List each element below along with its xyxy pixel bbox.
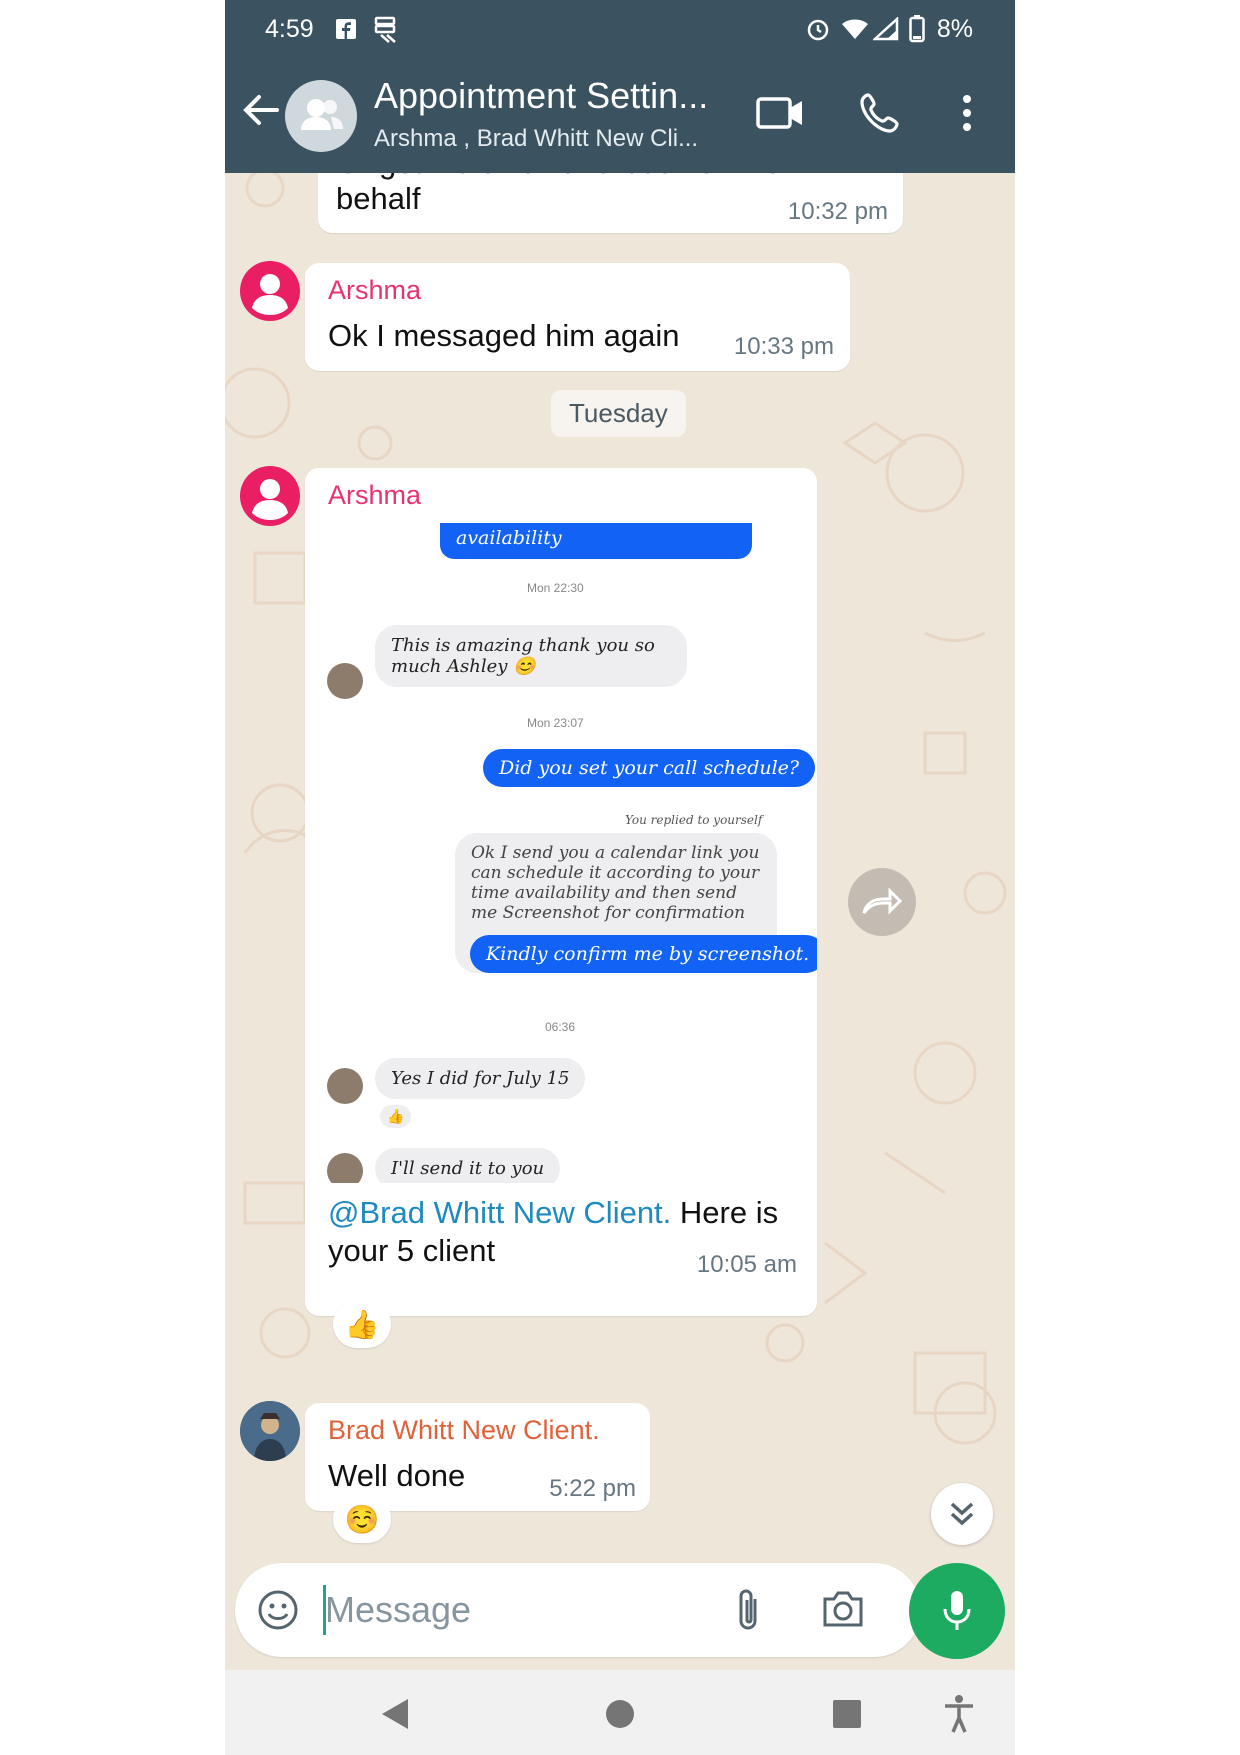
- chat-area[interactable]: Or get his email and book on his behalf …: [225, 173, 1015, 1670]
- sender-name: Arshma: [328, 275, 422, 305]
- message-text-partial: Or get his email and book on his: [336, 173, 781, 181]
- text-caret: [323, 1585, 326, 1635]
- message-time: 10:33 pm: [733, 333, 834, 360]
- top-bar: 4:59 8% Appointment Settin... Arshma , B…: [225, 0, 1015, 173]
- screenshot-bubble-blue: Did you set your call schedule?: [483, 749, 816, 787]
- screenshot-bubble-grey: This is amazing thank you so much Ashley…: [375, 625, 687, 687]
- mention-link[interactable]: @Brad Whitt New Client.: [328, 1195, 671, 1230]
- message-time: 5:22 pm: [549, 1475, 636, 1502]
- screenshot-avatar: [327, 1153, 363, 1183]
- voice-call-icon[interactable]: [855, 88, 905, 138]
- phone-screen: 4:59 8% Appointment Settin... Arshma , B…: [225, 0, 1015, 1755]
- screenshot-timestamp: 06:36: [545, 1020, 576, 1034]
- screenshot-bubble-grey: Yes I did for July 15: [375, 1058, 586, 1099]
- accessibility-icon[interactable]: [937, 1692, 981, 1736]
- more-vert-icon[interactable]: [942, 88, 992, 138]
- forward-icon[interactable]: [848, 868, 916, 936]
- alarm-icon: [805, 14, 831, 44]
- nav-home-icon[interactable]: [598, 1692, 642, 1736]
- scroll-to-bottom-button[interactable]: [931, 1483, 993, 1545]
- status-time: 4:59: [265, 15, 314, 43]
- message-text: behalf: [336, 181, 421, 216]
- emoji-icon[interactable]: [257, 1589, 299, 1636]
- group-avatar-icon[interactable]: [285, 80, 357, 152]
- signal-icon: [873, 14, 899, 44]
- message-text: Well done: [328, 1458, 466, 1493]
- screenshot-avatar: [327, 1068, 363, 1104]
- sender-name: Arshma: [328, 480, 422, 510]
- back-arrow-icon[interactable]: [239, 88, 283, 132]
- message-reaction[interactable]: ☺️: [333, 1495, 391, 1543]
- message-composer: [235, 1563, 921, 1657]
- mic-icon: [943, 1591, 971, 1630]
- battery-icon: [909, 14, 925, 44]
- message-bubble[interactable]: Arshma Ok I messaged him again 10:33 pm: [305, 263, 850, 371]
- nav-recents-icon[interactable]: [825, 1692, 869, 1736]
- message-input[interactable]: [323, 1585, 707, 1635]
- attach-icon[interactable]: [735, 1587, 763, 1638]
- chat-participants[interactable]: Arshma , Brad Whitt New Cli...: [374, 125, 698, 153]
- chat-header[interactable]: Appointment Settin... Arshma , Brad Whit…: [225, 60, 1015, 173]
- screenshot-timestamp: Mon 22:30: [527, 581, 584, 595]
- status-bar: 4:59 8%: [225, 0, 1015, 60]
- shared-screenshot[interactable]: availability Mon 22:30 This is amazing t…: [305, 523, 817, 1183]
- message-reaction[interactable]: 👍: [333, 1300, 391, 1348]
- message-text-line2: your 5 client: [328, 1233, 496, 1268]
- nav-back-icon[interactable]: [373, 1692, 417, 1736]
- mic-button[interactable]: [909, 1563, 1005, 1659]
- arshma-avatar[interactable]: [240, 466, 300, 526]
- screenshot-avatar: [327, 663, 363, 699]
- image-message-bubble[interactable]: Arshma availability Mon 22:30 This is am…: [305, 468, 817, 1316]
- screenshot-reply-note: You replied to yourself: [625, 813, 763, 827]
- message-text: @Brad Whitt New Client. Here is: [328, 1195, 778, 1231]
- message-text: Ok I messaged him again: [328, 318, 680, 353]
- screenshot-timestamp: Mon 23:07: [527, 716, 584, 730]
- arshma-avatar[interactable]: [240, 261, 300, 321]
- screenshot-reaction: 👍: [380, 1105, 412, 1128]
- message-time: 10:05 am: [696, 1251, 797, 1278]
- brad-avatar[interactable]: [240, 1401, 300, 1461]
- server-icon: [373, 14, 401, 44]
- screenshot-bubble-grey: I'll send it to you: [375, 1148, 561, 1183]
- date-divider: Tuesday: [551, 390, 686, 437]
- wifi-icon: [841, 14, 869, 44]
- message-bubble[interactable]: Or get his email and book on his behalf …: [318, 173, 903, 233]
- screenshot-bubble-blue: Kindly confirm me by screenshot.: [470, 935, 817, 973]
- battery-percent: 8%: [936, 15, 973, 43]
- video-call-icon[interactable]: [755, 88, 805, 138]
- screenshot-bubble-blue: availability: [440, 523, 752, 559]
- facebook-icon: [335, 14, 357, 44]
- camera-icon[interactable]: [821, 1589, 865, 1634]
- message-time: 10:32 pm: [787, 198, 888, 225]
- sender-name: Brad Whitt New Client.: [328, 1415, 600, 1445]
- message-text-rest: Here is: [671, 1195, 779, 1230]
- system-nav-bar: [225, 1670, 1015, 1755]
- chat-title[interactable]: Appointment Settin...: [374, 75, 708, 117]
